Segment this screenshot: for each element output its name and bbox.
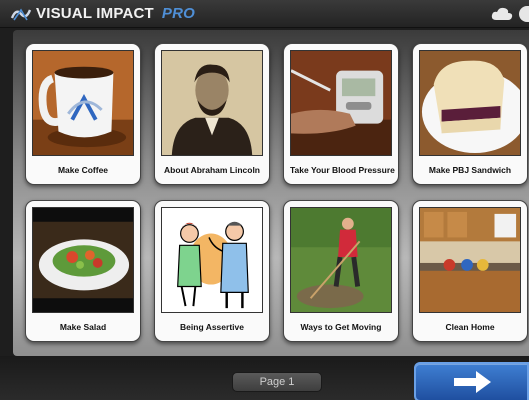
tile-make-pbj-sandwich[interactable]: Make PBJ Sandwich (412, 43, 528, 185)
activity-board: Make Coffee About Abraham Lincoln Take Y… (13, 30, 529, 356)
tile-take-your-blood-pressure[interactable]: Take Your Blood Pressure (283, 43, 399, 185)
tile-ways-to-get-moving[interactable]: Ways to Get Moving (283, 200, 399, 342)
tile-label: Ways to Get Moving (300, 322, 382, 332)
app-brand: VISUAL IMPACT PRO (10, 5, 195, 22)
tile-being-assertive[interactable]: Being Assertive (154, 200, 270, 342)
cloud-icon[interactable] (491, 7, 513, 21)
visual-impact-logo-icon (10, 8, 32, 20)
brand-main-text: VISUAL IMPACT (36, 5, 154, 22)
tile-label: Make Salad (59, 322, 107, 332)
person-raking-leaves-image (290, 207, 392, 313)
bottom-bar: Page 1 (0, 356, 529, 400)
settings-icon[interactable] (519, 6, 529, 22)
coffee-mug-image (32, 50, 134, 156)
tile-about-abraham-lincoln[interactable]: About Abraham Lincoln (154, 43, 270, 185)
tile-label: Being Assertive (180, 322, 244, 332)
tile-clean-home[interactable]: Clean Home (412, 200, 528, 342)
pbj-sandwich-image (419, 50, 521, 156)
next-page-button[interactable] (414, 362, 529, 400)
two-people-talking-image (161, 207, 263, 313)
abraham-lincoln-portrait-image (161, 50, 263, 156)
page-indicator: Page 1 (232, 372, 322, 392)
tile-label: About Abraham Lincoln (163, 165, 260, 175)
tile-label: Make Coffee (57, 165, 109, 175)
tile-label: Make PBJ Sandwich (428, 165, 512, 175)
salad-bowl-image (32, 207, 134, 313)
tile-label: Clean Home (445, 322, 495, 332)
tile-make-salad[interactable]: Make Salad (25, 200, 141, 342)
kitchen-image (419, 207, 521, 313)
tile-label: Take Your Blood Pressure (290, 165, 395, 175)
brand-pro-text: PRO (161, 5, 195, 22)
top-bar: VISUAL IMPACT PRO (0, 0, 529, 28)
tile-make-coffee[interactable]: Make Coffee (25, 43, 141, 185)
arrow-right-icon (453, 371, 491, 393)
blood-pressure-monitor-image (290, 50, 392, 156)
